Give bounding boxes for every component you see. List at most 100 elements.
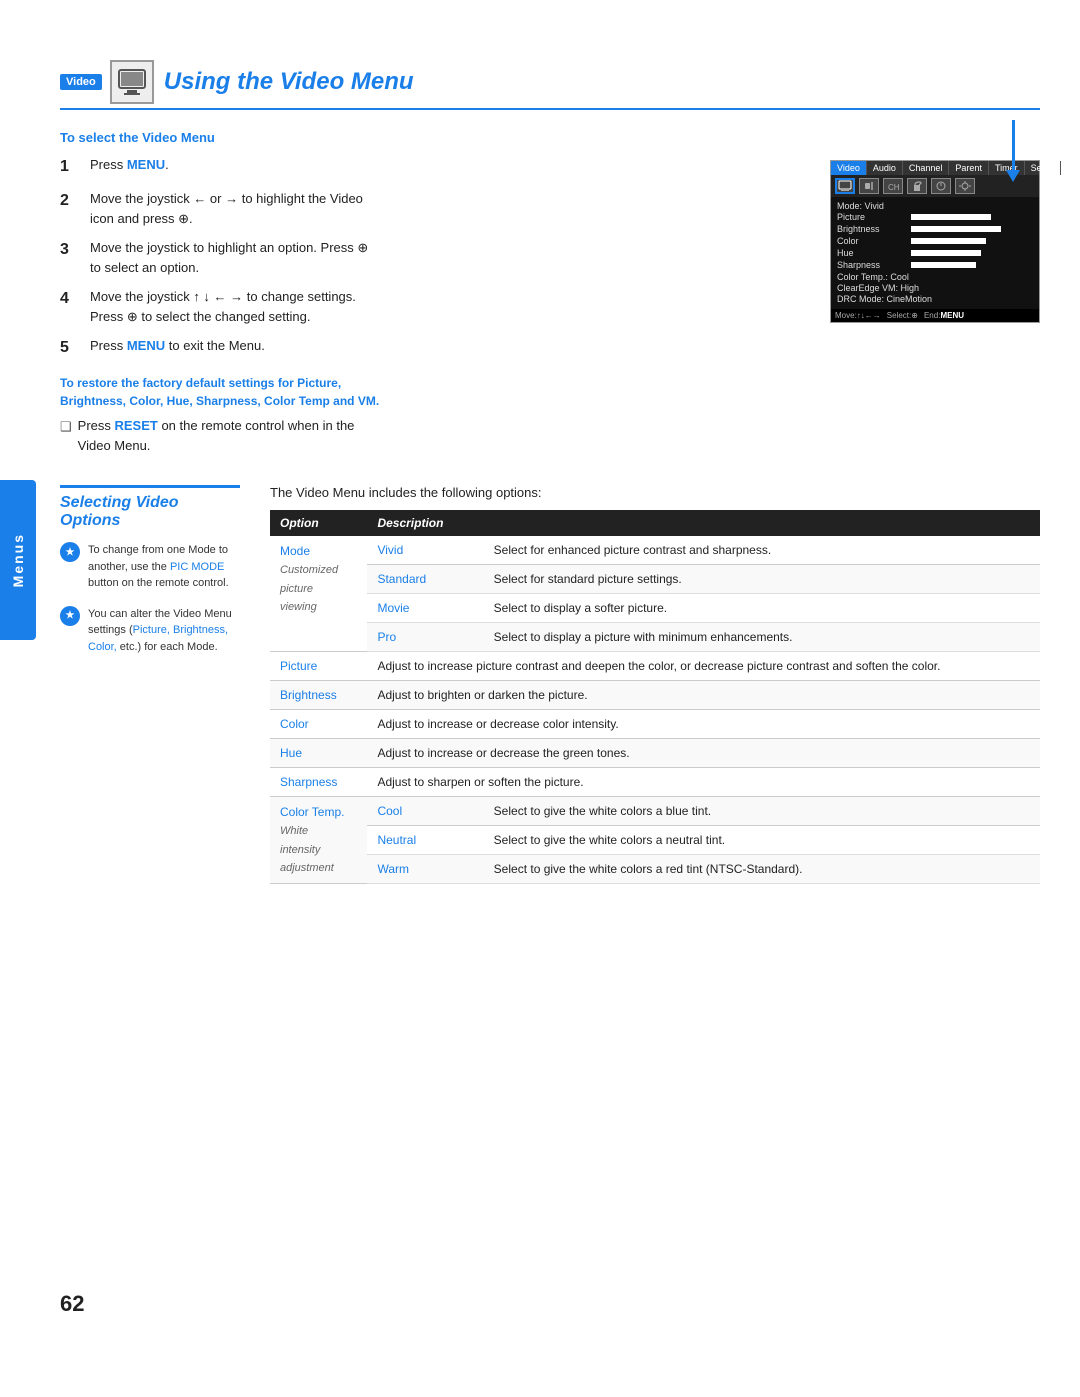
- suboption-standard: Standard: [367, 565, 483, 594]
- menu-sharpness-row: Sharpness: [837, 260, 1033, 270]
- right-column: Video Audio Channel Parent Timer Setup: [410, 130, 1040, 455]
- option-hue-desc: Adjust to increase or decrease the green…: [367, 739, 1040, 768]
- menu-tab-parent: Parent: [949, 161, 989, 175]
- table-row: Color Adjust to increase or decrease col…: [270, 710, 1040, 739]
- suboption-pro-desc: Select to display a picture with minimum…: [484, 623, 1040, 652]
- suboption-vivid-desc: Select for enhanced picture contrast and…: [484, 536, 1040, 565]
- sharpness-bar: [911, 262, 976, 268]
- restore-note-text: To restore the factory default settings …: [60, 374, 380, 410]
- table-row: Brightness Adjust to brighten or darken …: [270, 681, 1040, 710]
- col-header-description: Description: [367, 510, 1040, 536]
- side-tab: Menus: [0, 480, 36, 640]
- section-intro: The Video Menu includes the following op…: [270, 485, 1040, 500]
- suboption-neutral: Neutral: [367, 826, 483, 855]
- channel-icon: CH: [886, 180, 900, 192]
- table-row: Color Temp. Whiteintensityadjustment Coo…: [270, 797, 1040, 826]
- brightness-bar: [911, 226, 1001, 232]
- table-row: Warm Select to give the white colors a r…: [270, 855, 1040, 884]
- table-row: Sharpness Adjust to sharpen or soften th…: [270, 768, 1040, 797]
- option-color: Color: [270, 710, 367, 739]
- table-row: Movie Select to display a softer picture…: [270, 594, 1040, 623]
- color-bar: [911, 238, 986, 244]
- suboption-warm-desc: Select to give the white colors a red ti…: [484, 855, 1040, 884]
- lock-icon: [910, 180, 924, 192]
- restore-note: To restore the factory default settings …: [60, 374, 380, 455]
- svg-text:CH: CH: [888, 183, 900, 192]
- options-table: Option Description Mode Customizedpictur…: [270, 510, 1040, 884]
- page-number: 62: [60, 1291, 84, 1317]
- menu-clearedge-row: ClearEdge VM: High: [837, 283, 1033, 293]
- step-1: 1 Press MENU.: [60, 155, 380, 179]
- section2-title: Selecting VideoOptions: [60, 485, 240, 530]
- menu-icon-6: [955, 178, 975, 194]
- option-sharpness-desc: Adjust to sharpen or soften the picture.: [367, 768, 1040, 797]
- note-block-2: ★ You can alter the Video Menu settings …: [60, 606, 240, 656]
- option-brightness: Brightness: [270, 681, 367, 710]
- section2-left: Selecting VideoOptions ★ To change from …: [60, 485, 240, 884]
- suboption-pro: Pro: [367, 623, 483, 652]
- suboption-movie-desc: Select to display a softer picture.: [484, 594, 1040, 623]
- option-picture-desc: Adjust to increase picture contrast and …: [367, 652, 1040, 681]
- menu-tab-audio: Audio: [867, 161, 903, 175]
- menu-icon-5: [931, 178, 951, 194]
- suboption-warm: Warm: [367, 855, 483, 884]
- menu-color-row: Color: [837, 236, 1033, 246]
- option-sharpness: Sharpness: [270, 768, 367, 797]
- menu-picture-row: Picture: [837, 212, 1033, 222]
- note-icon-1: ★: [60, 542, 80, 562]
- suboption-vivid: Vivid: [367, 536, 483, 565]
- step-2: 2 Move the joystick ← or → to highlight …: [60, 189, 380, 228]
- left-column: To select the Video Menu 1 Press MENU. 2…: [60, 130, 380, 455]
- select-video-menu-heading: To select the Video Menu: [60, 130, 380, 145]
- menu-word-5: MENU: [127, 338, 165, 353]
- main-layout: To select the Video Menu 1 Press MENU. 2…: [60, 130, 1040, 455]
- steps-list: 1 Press MENU. 2 Move the joystick ← or →…: [60, 155, 380, 360]
- speaker-icon: [862, 180, 876, 192]
- title-section: Video Using the Video Menu: [60, 60, 1040, 110]
- table-row: Standard Select for standard picture set…: [270, 565, 1040, 594]
- table-row: Neutral Select to give the white colors …: [270, 826, 1040, 855]
- col-header-option: Option: [270, 510, 367, 536]
- menu-tab-channel: Channel: [903, 161, 950, 175]
- suboption-cool: Cool: [367, 797, 483, 826]
- suboption-cool-desc: Select to give the white colors a blue t…: [484, 797, 1040, 826]
- menu-screenshot: Video Audio Channel Parent Timer Setup: [830, 160, 1040, 323]
- timer-icon: [934, 180, 948, 192]
- suboption-movie: Movie: [367, 594, 483, 623]
- note-block-1: ★ To change from one Mode to another, us…: [60, 542, 240, 592]
- table-row: Mode Customizedpictureviewing Vivid Sele…: [270, 536, 1040, 565]
- menu-icon-4: [907, 178, 927, 194]
- table-row: Pro Select to display a picture with min…: [270, 623, 1040, 652]
- menu-hue-row: Hue: [837, 248, 1033, 258]
- menu-icon-3: CH: [883, 178, 903, 194]
- menu-mode-row: Mode: Vivid: [837, 201, 1033, 211]
- setup-icon: [958, 180, 972, 192]
- menu-footer-text: Move:↑↓←→: [835, 311, 881, 320]
- menu-colortemp-row: Color Temp.: Cool: [837, 272, 1033, 282]
- table-header-row: Option Description: [270, 510, 1040, 536]
- option-hue: Hue: [270, 739, 367, 768]
- video-badge: Video: [60, 74, 102, 90]
- table-row: Hue Adjust to increase or decrease the g…: [270, 739, 1040, 768]
- step-5: 5 Press MENU to exit the Menu.: [60, 336, 380, 360]
- option-color-desc: Adjust to increase or decrease color int…: [367, 710, 1040, 739]
- checkbox-item: ❑ Press RESET on the remote control when…: [60, 416, 380, 455]
- menu-body: Mode: Vivid Picture Brightness Color: [831, 197, 1039, 309]
- menu-icon-2: [859, 178, 879, 194]
- section2-right: The Video Menu includes the following op…: [270, 485, 1040, 884]
- menu-footer-end: End:MENU: [924, 311, 964, 320]
- option-picture: Picture: [270, 652, 367, 681]
- note-text-1: To change from one Mode to another, use …: [88, 542, 240, 592]
- note-text-2: You can alter the Video Menu settings (P…: [88, 606, 240, 656]
- menu-drc-row: DRC Mode: CineMotion: [837, 294, 1033, 304]
- menu-tab-setup: Setup: [1025, 161, 1062, 175]
- note-icon-2: ★: [60, 606, 80, 626]
- menu-footer-select: Select:⊕: [887, 311, 918, 320]
- menu-brightness-row: Brightness: [837, 224, 1033, 234]
- video-icon-box: [110, 60, 154, 104]
- table-row: Picture Adjust to increase picture contr…: [270, 652, 1040, 681]
- tv-small-icon: [838, 180, 852, 192]
- option-brightness-desc: Adjust to brighten or darken the picture…: [367, 681, 1040, 710]
- hue-bar: [911, 250, 981, 256]
- menu-icon-1: [835, 178, 855, 194]
